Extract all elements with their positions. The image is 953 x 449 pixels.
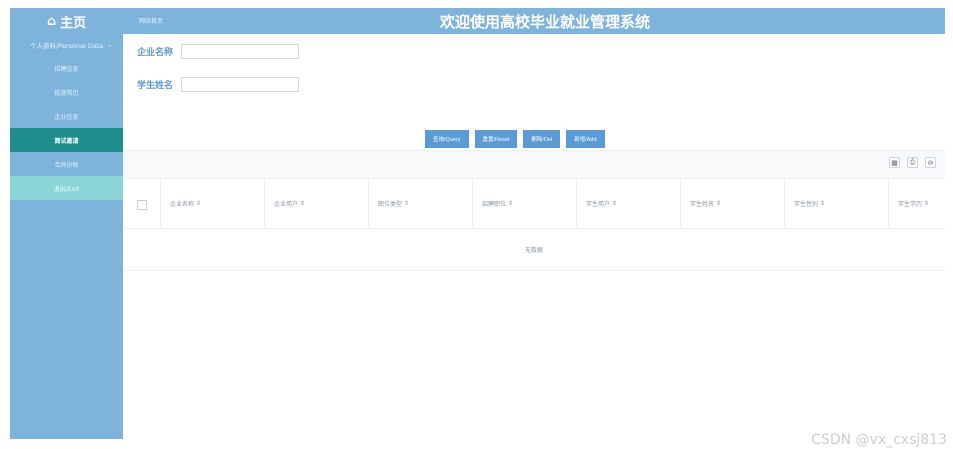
sidebar-item-exit[interactable]: 退出/Exit xyxy=(10,176,123,200)
column-header-student-education[interactable]: 学生学历 ⇕ xyxy=(888,179,945,228)
reset-button[interactable]: 重置/Reset xyxy=(474,130,518,148)
sidebar-group-personal-data[interactable]: 个人资料/Personal Data ⌄ xyxy=(10,34,123,56)
page-title: 欢迎使用高校毕业就业管理系统 xyxy=(439,13,650,31)
top-bar: ⌂ 主页 网站首页 欢迎使用高校毕业就业管理系统 xyxy=(10,8,945,34)
company-name-row: 企业名称 xyxy=(137,42,300,60)
home-label: 主页 xyxy=(60,15,87,31)
breadcrumb[interactable]: 网站首页 xyxy=(139,16,163,25)
select-all-checkbox[interactable] xyxy=(137,200,147,210)
sidebar: 个人资料/Personal Data ⌄ 招聘信息 投递简历 企业信息 面试邀请… xyxy=(10,34,123,439)
company-name-label: 企业名称 xyxy=(137,47,174,58)
query-button[interactable]: 查询/Query xyxy=(425,130,469,148)
sidebar-item-company-info[interactable]: 企业信息 xyxy=(10,104,123,128)
print-icon[interactable]: ⎙ xyxy=(907,157,918,168)
sidebar-item-contract-assistance[interactable]: 合同协助 xyxy=(10,152,123,176)
watermark: CSDN @vx_cxsj813 xyxy=(811,432,947,448)
column-header-student-user[interactable]: 学生用户 ⇕ xyxy=(576,179,680,228)
column-header-job-type[interactable]: 职位类型 ⇕ xyxy=(368,179,472,228)
action-buttons: 查询/Query 重置/Reset 删除/Del 新增/Add xyxy=(425,130,605,148)
company-name-input[interactable] xyxy=(181,43,300,59)
table-toolbar: ▦ ⎙ ⊖ xyxy=(123,150,945,179)
export-icon[interactable]: ⊖ xyxy=(925,157,936,168)
delete-button[interactable]: 删除/Del xyxy=(523,130,561,148)
column-header-student-gender[interactable]: 学生性别 ⇕ xyxy=(784,179,888,228)
home-icon: ⌂ xyxy=(46,13,57,29)
app-frame: ⌂ 主页 网站首页 欢迎使用高校毕业就业管理系统 个人资料/Personal D… xyxy=(10,8,945,439)
columns-icon[interactable]: ▦ xyxy=(889,157,900,168)
add-button[interactable]: 新增/Add xyxy=(566,130,605,148)
chevron-down-icon: ⌄ xyxy=(107,41,113,49)
student-name-input[interactable] xyxy=(181,76,300,92)
column-header-job-position[interactable]: 招聘职位 ⇕ xyxy=(472,179,576,228)
main-content: 企业名称 学生姓名 查询/Query 重置/Reset 删除/Del 新增/Ad… xyxy=(123,34,945,439)
column-header-company-user[interactable]: 企业用户 ⇕ xyxy=(264,179,368,228)
student-name-label: 学生姓名 xyxy=(137,80,174,91)
column-header-company-name[interactable]: 企业名称 ⇕ xyxy=(160,179,264,228)
column-header-student-name[interactable]: 学生姓名 ⇕ xyxy=(680,179,784,228)
student-name-row: 学生姓名 xyxy=(137,75,300,93)
table-empty-state: 无数据 xyxy=(123,228,945,271)
home-link[interactable]: ⌂ 主页 xyxy=(10,8,123,34)
sidebar-item-job-info[interactable]: 招聘信息 xyxy=(10,56,123,80)
table-header: 企业名称 ⇕ 企业用户 ⇕ 职位类型 ⇕ 招聘职位 ⇕ 学生用户 ⇕ 学生姓名 … xyxy=(123,178,945,229)
sidebar-item-interview-invites[interactable]: 面试邀请 xyxy=(10,128,123,152)
sidebar-item-resume-delivery[interactable]: 投递简历 xyxy=(10,80,123,104)
